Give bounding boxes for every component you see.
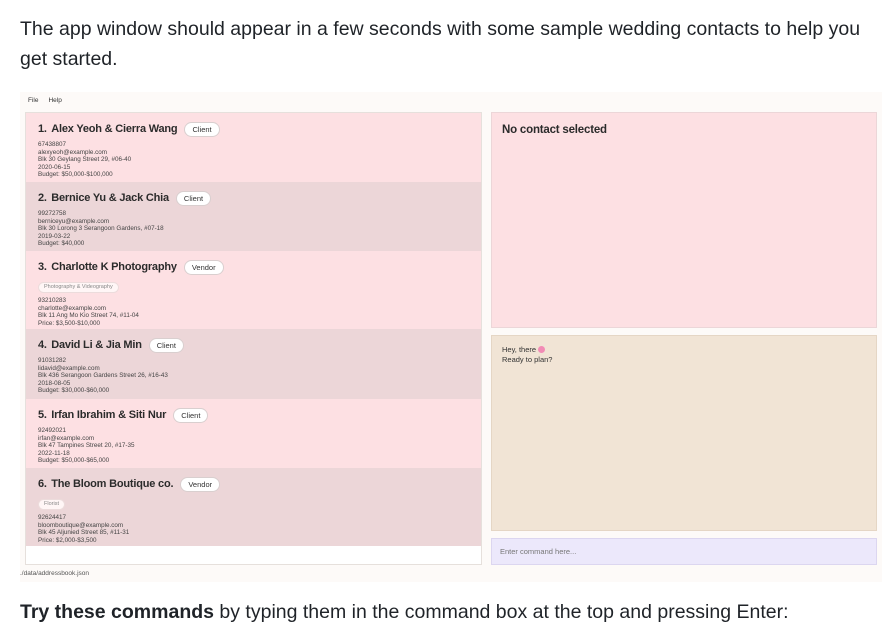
contact-budget: Budget: $50,000-$100,000 (38, 171, 113, 179)
contact-tag: Florist (38, 498, 65, 510)
contact-date: 2018-08-05 (38, 379, 71, 387)
menu-help[interactable]: Help (48, 97, 61, 104)
status-bar-file-path: ./data/addressbook.json (20, 570, 90, 577)
contact-index: 3. (38, 261, 47, 273)
contact-phone: 67438807 (38, 141, 67, 148)
contact-phone: 93210283 (38, 297, 67, 304)
contact-name: Bernice Yu & Jack Chia (51, 192, 169, 204)
contact-email: berniceyu@example.com (38, 217, 110, 225)
contact-card[interactable]: 5. Irfan Ibrahim & Siti Nur Client 92492… (26, 399, 481, 468)
contact-index: 2. (38, 192, 47, 204)
contact-card[interactable]: 6. The Bloom Boutique co. Vendor Florist… (26, 468, 481, 546)
contact-budget: Budget: $30,000-$60,000 (38, 387, 110, 395)
contact-address: Blk 45 Aljunied Street 85, #11-31 (38, 529, 130, 537)
outro-bold: Try these commands (20, 601, 214, 623)
app-window: File Help 1. Alex Yeoh & Cierra Wang Cli… (20, 92, 882, 582)
menu-file[interactable]: File (28, 97, 38, 104)
contact-email: irfan@example.com (38, 434, 95, 442)
greeting-text: Hey, there (502, 345, 537, 354)
contact-index: 1. (38, 123, 47, 135)
contact-date: 2020-06-15 (38, 163, 71, 171)
contact-address: Blk 11 Ang Mo Kio Street 74, #11-04 (38, 312, 139, 320)
contact-address: Blk 30 Lorong 3 Serangoon Gardens, #07-1… (38, 225, 164, 233)
contact-name: Charlotte K Photography (51, 261, 177, 273)
contact-address: Blk 47 Tampines Street 20, #17-35 (38, 442, 135, 450)
contact-name: Irfan Ibrahim & Siti Nur (51, 409, 167, 421)
contact-list[interactable]: 1. Alex Yeoh & Cierra Wang Client 674388… (25, 112, 482, 565)
contact-card[interactable]: 1. Alex Yeoh & Cierra Wang Client 674388… (26, 113, 481, 182)
result-display-panel: Hey, there Ready to plan? (491, 335, 877, 531)
intro-paragraph: The app window should appear in a few se… (20, 18, 861, 70)
contact-price: Price: $3,500-$10,000 (38, 319, 100, 327)
contact-phone: 99272758 (38, 210, 67, 217)
contact-email: alexyeoh@example.com (38, 148, 108, 156)
prompt-text: Ready to plan? (502, 355, 553, 364)
contact-budget: Budget: $40,000 (38, 240, 85, 248)
contact-name: Alex Yeoh & Cierra Wang (51, 123, 178, 135)
contact-email: lidavid@example.com (38, 364, 100, 372)
outro-rest: by typing them in the command box at the… (214, 601, 789, 623)
contact-email: bloomboutique@example.com (38, 521, 124, 529)
command-box[interactable] (491, 538, 877, 565)
contact-phone: 91031282 (38, 357, 67, 364)
contact-type-badge: Client (173, 407, 209, 423)
contact-phone: 92492021 (38, 427, 67, 434)
contact-index: 4. (38, 339, 47, 351)
contact-budget: Budget: $50,000-$65,000 (38, 457, 110, 465)
contact-type-badge: Client (184, 121, 220, 137)
contact-index: 6. (38, 478, 47, 490)
contact-date: 2019-03-22 (38, 232, 71, 240)
contact-type-badge: Vendor (180, 476, 221, 492)
contact-address: Blk 30 Geylang Street 29, #06-40 (38, 156, 132, 164)
contact-phone: 92624417 (38, 514, 67, 521)
no-contact-selected-text: No contact selected (502, 124, 607, 136)
contact-card[interactable]: 4. David Li & Jia Min Client 91031282 li… (26, 329, 481, 399)
contact-price: Price: $2,000-$3,500 (38, 536, 97, 544)
contact-index: 5. (38, 409, 47, 421)
outro-paragraph: Try these commands by typing them in the… (20, 597, 870, 627)
contact-detail-panel: No contact selected (491, 112, 877, 328)
contact-type-badge: Client (148, 337, 184, 353)
contact-card[interactable]: 2. Bernice Yu & Jack Chia Client 9927275… (26, 182, 481, 251)
contact-address: Blk 436 Serangoon Gardens Street 26, #16… (38, 372, 168, 380)
contact-tag: Photography & Videography (38, 281, 119, 293)
menu-bar: File Help (20, 92, 882, 108)
contact-type-badge: Vendor (183, 259, 224, 275)
contact-name: The Bloom Boutique co. (51, 478, 174, 490)
contact-email: charlotte@example.com (38, 304, 106, 312)
contact-name: David Li & Jia Min (51, 339, 142, 351)
contact-card[interactable]: 3. Charlotte K Photography Vendor Photog… (26, 251, 481, 329)
flower-emoji-icon (538, 346, 546, 353)
command-input[interactable] (492, 539, 876, 564)
contact-type-badge: Client (175, 190, 212, 206)
contact-date: 2022-11-18 (38, 449, 70, 457)
